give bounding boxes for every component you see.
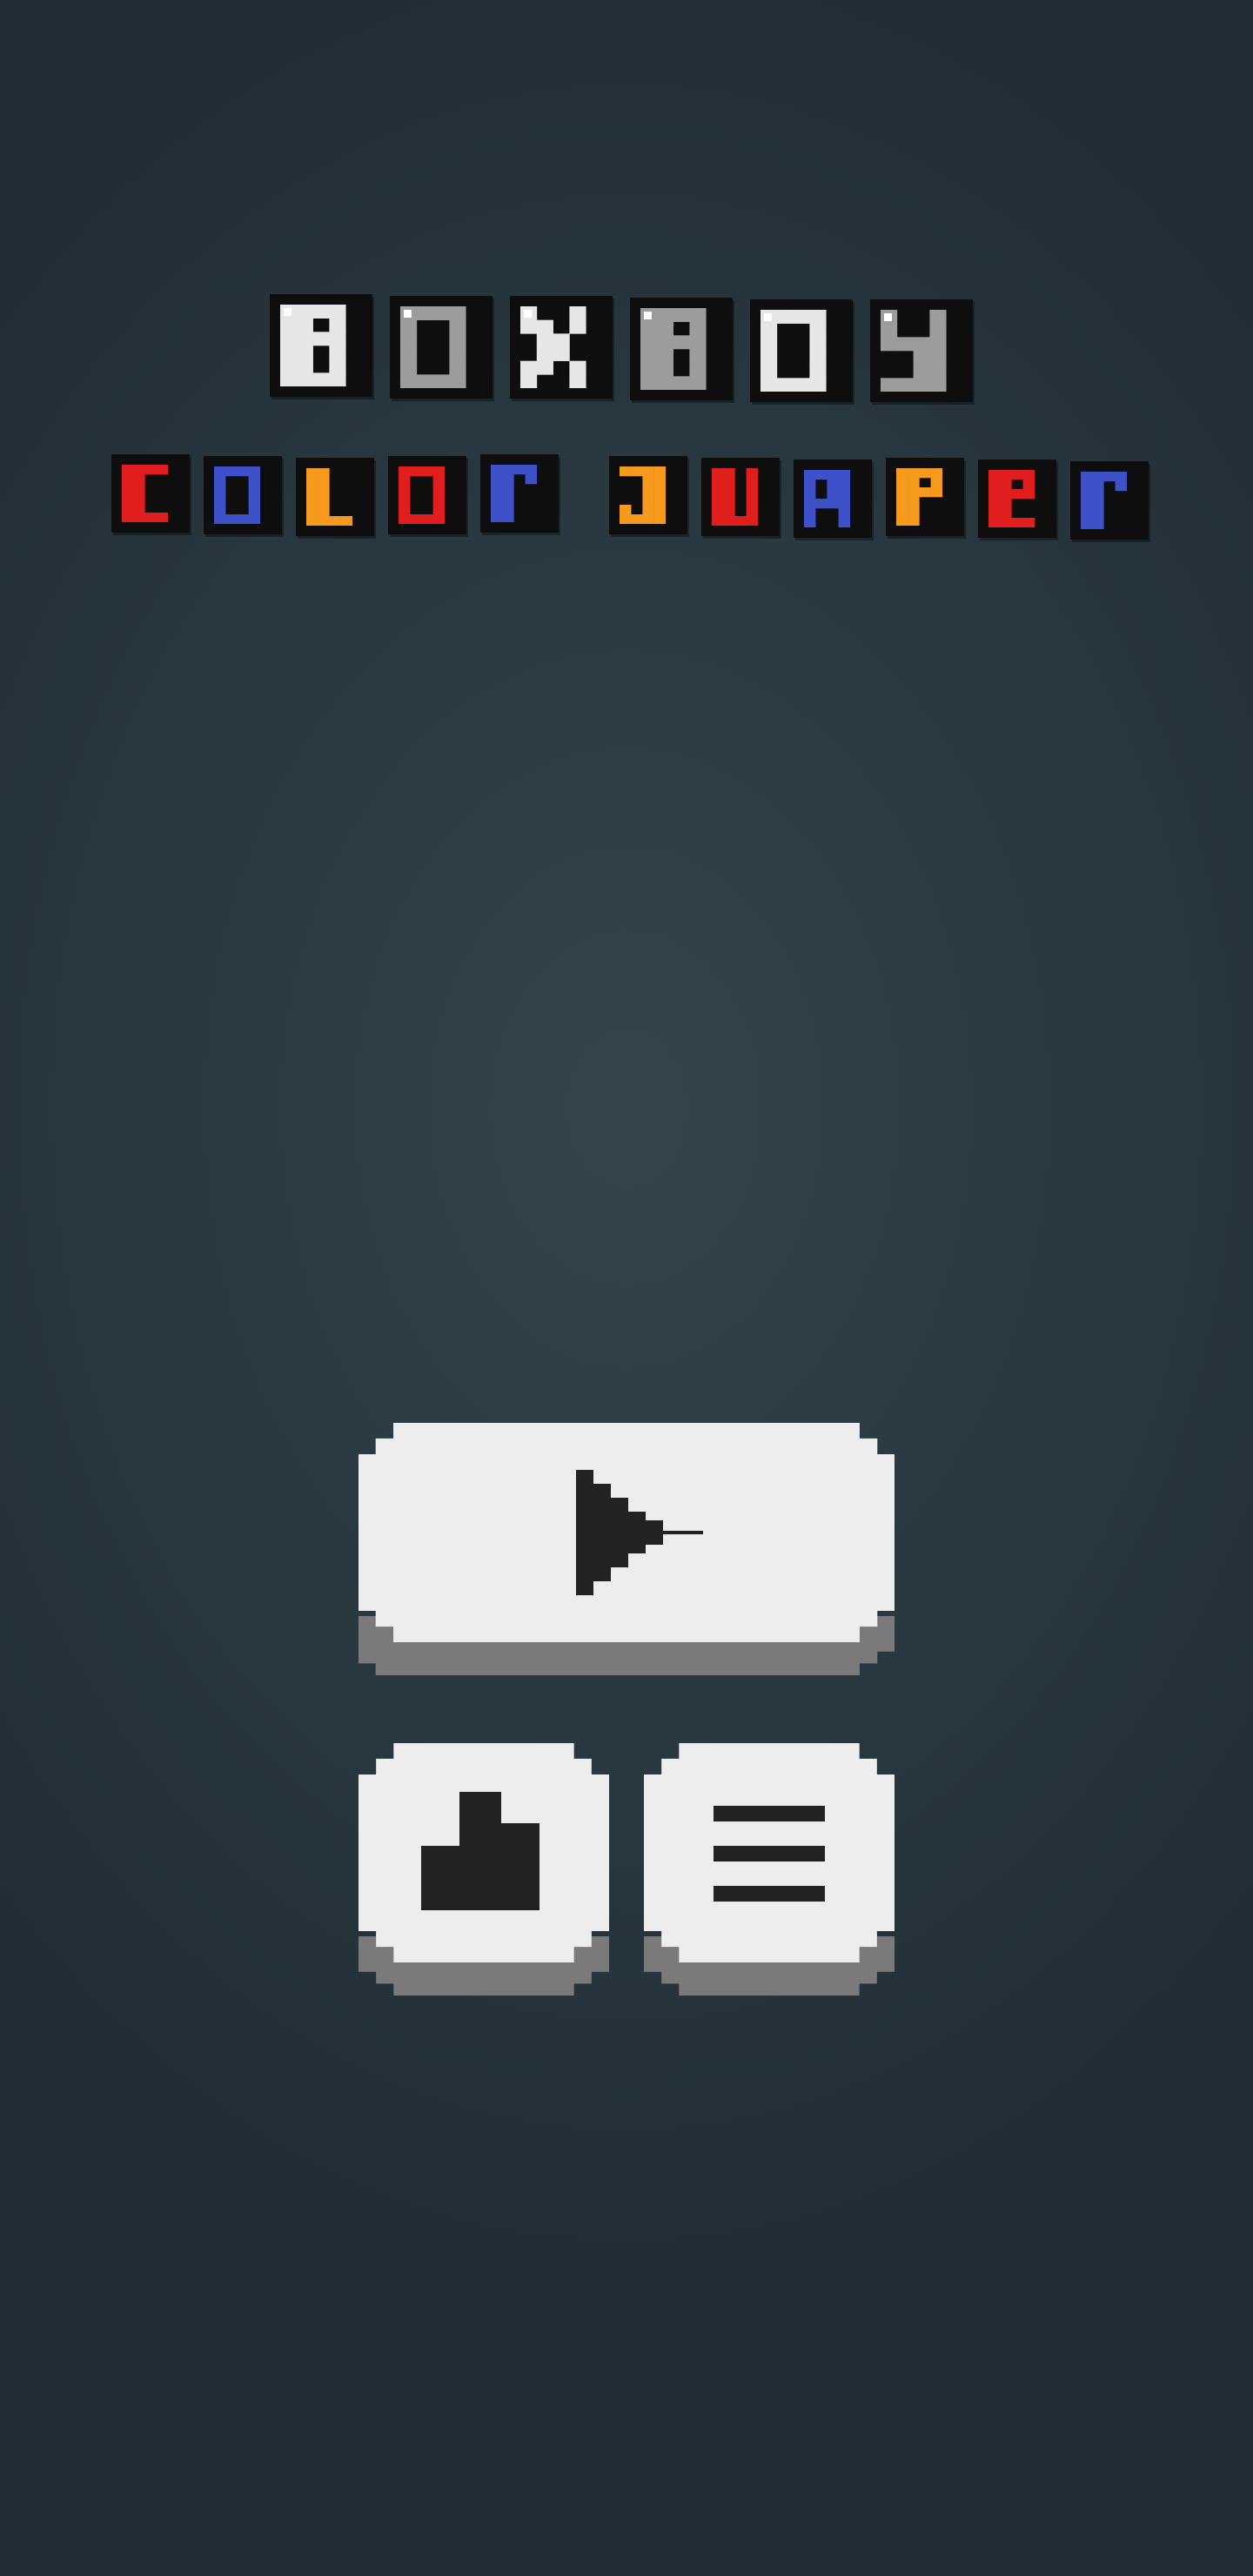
- title-letter-glyph: [712, 468, 769, 526]
- title-letter-glyph: [620, 466, 677, 524]
- title-letter-glyph: [306, 468, 364, 526]
- title-letter-glyph: [640, 308, 722, 390]
- title-letter-face: [988, 470, 1046, 527]
- title-letter-face: [399, 466, 456, 524]
- title-letter-face: [640, 308, 722, 390]
- title-letter-face: [214, 466, 271, 524]
- title-letter-face: [400, 306, 482, 388]
- title-letter-tile: X: [510, 296, 613, 399]
- title-letter-glyph: [520, 306, 602, 388]
- title-letter-face: [712, 468, 769, 526]
- title-letter-tile: L: [296, 458, 374, 536]
- title-letter-glyph: [399, 466, 456, 524]
- title-letter-face: [881, 310, 962, 392]
- title-letter-face: [761, 310, 842, 392]
- game-screen: BOXBOY COLORJUMPER: [0, 0, 1253, 2576]
- title-letter-tile: J: [609, 456, 687, 534]
- title-letter-glyph: [122, 465, 179, 522]
- title-letter-glyph: [1081, 472, 1138, 529]
- title-letter-tile: O: [390, 296, 492, 399]
- title-letter-tile: O: [204, 456, 282, 534]
- title-letter-glint: [524, 310, 532, 318]
- title-letter-glint: [884, 313, 892, 321]
- title-color-jumper: COLORJUMPER: [0, 446, 1253, 620]
- title-letter-tile: R: [480, 454, 559, 533]
- title-letter-tile: E: [978, 460, 1056, 538]
- title-letter-face: [620, 466, 677, 524]
- title-letter-glyph: [280, 305, 362, 386]
- title-letter-glyph: [214, 466, 271, 524]
- title-letter-glint: [404, 310, 412, 318]
- title-letter-tile: B: [630, 298, 733, 400]
- title-letter-tile: C: [111, 454, 190, 533]
- menu-button[interactable]: [644, 1743, 895, 1996]
- title-letter-face: [520, 306, 602, 388]
- title-letter-tile: B: [270, 294, 372, 397]
- title-letter-glyph: [896, 468, 954, 526]
- title-letter-glint: [764, 313, 772, 321]
- title-letter-glyph: [804, 470, 861, 527]
- title-letter-tile: O: [388, 456, 466, 534]
- title-letter-glint: [284, 308, 291, 316]
- leaderboard-icon: [421, 1792, 539, 1910]
- title-letter-glyph: [988, 470, 1046, 527]
- title-letter-glyph: [881, 310, 962, 392]
- title-letter-face: [491, 465, 548, 522]
- title-letter-tile: O: [750, 299, 853, 402]
- title-letter-tile: Y: [870, 299, 973, 402]
- hamburger-menu-icon: [714, 1806, 825, 1902]
- leaderboard-button[interactable]: [358, 1743, 609, 1996]
- title-letter-face: [896, 468, 954, 526]
- title-letter-face: [280, 305, 362, 386]
- title-letter-tile: R: [1070, 461, 1149, 540]
- title-letter-face: [122, 465, 179, 522]
- title-letter-tile: U: [701, 458, 780, 536]
- title-letter-glyph: [491, 465, 548, 522]
- title-letter-face: [1081, 472, 1138, 529]
- title-letter-tile: M: [794, 460, 872, 538]
- title-boxboy: BOXBOY: [0, 287, 1253, 461]
- title-letter-face: [306, 468, 364, 526]
- play-icon: [576, 1470, 703, 1595]
- title-letter-glyph: [761, 310, 842, 392]
- title-letter-glyph: [400, 306, 482, 388]
- title-letter-face: [804, 470, 861, 527]
- play-button[interactable]: [358, 1423, 895, 1675]
- title-letter-glint: [644, 312, 652, 319]
- title-letter-tile: P: [886, 458, 964, 536]
